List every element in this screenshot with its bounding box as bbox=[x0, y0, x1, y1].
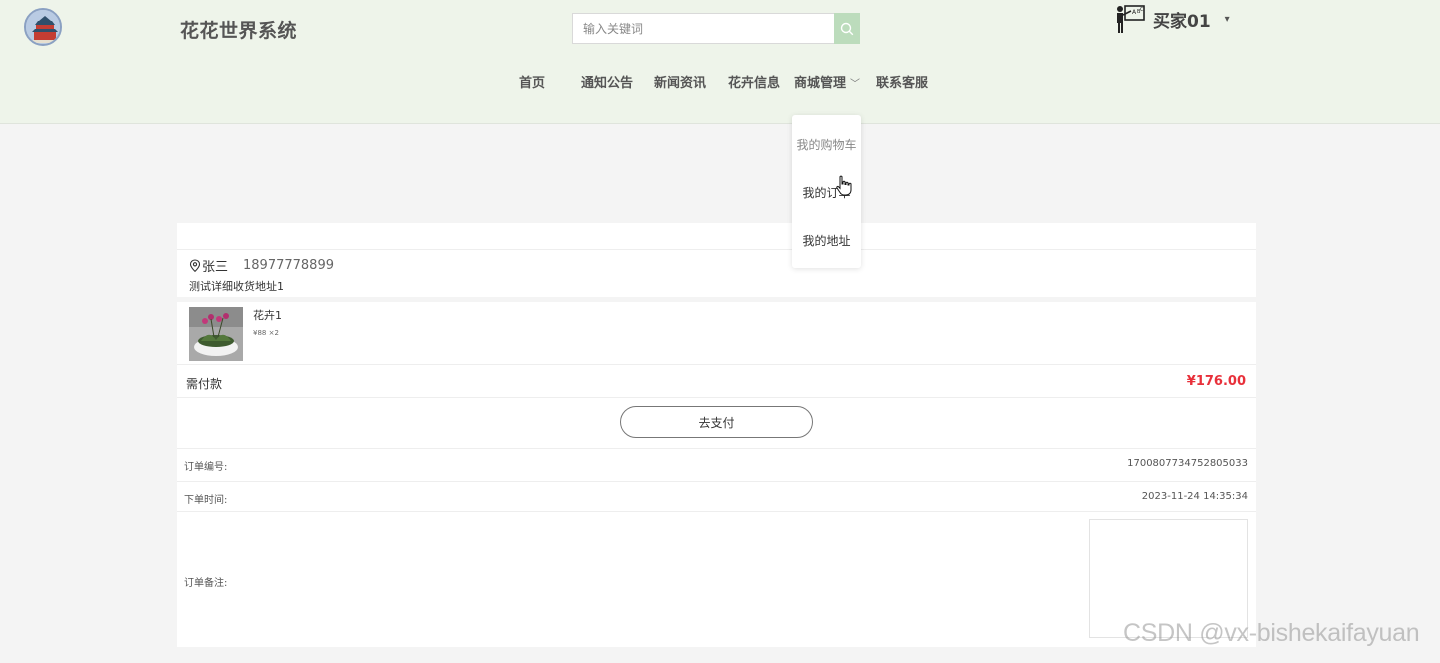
divider bbox=[177, 448, 1256, 449]
teacher-icon: A B C bbox=[1117, 5, 1145, 33]
order-card: 张三 18977778899 测试详细收货地址1 花卉1 ¥88 ×2 需付款 … bbox=[177, 223, 1256, 647]
divider bbox=[177, 249, 1256, 250]
divider bbox=[177, 397, 1256, 398]
product-image[interactable] bbox=[189, 307, 243, 361]
nav-item-notices[interactable]: 通知公告 bbox=[581, 72, 633, 91]
user-menu[interactable]: A B C 买家01 ▾ bbox=[1114, 2, 1230, 36]
user-name: 买家01 bbox=[1153, 11, 1211, 32]
product-price-qty: ¥88 ×2 bbox=[253, 329, 279, 337]
order-remark-label: 订单备注: bbox=[184, 578, 228, 589]
recipient-name: 张三 bbox=[202, 260, 229, 275]
caret-down-icon: ▾ bbox=[1224, 13, 1230, 25]
recipient-address: 测试详细收货地址1 bbox=[189, 280, 284, 293]
order-time-label: 下单时间: bbox=[184, 495, 228, 506]
logo-icon[interactable] bbox=[24, 8, 62, 46]
chevron-down-icon: ﹀ bbox=[850, 79, 861, 90]
nav-item-mall-label: 商城管理 bbox=[794, 76, 847, 91]
watermark: CSDN @vx-bishekaifayuan bbox=[1123, 619, 1420, 647]
order-number-value: 1700807734752805033 bbox=[1127, 458, 1248, 469]
recipient-phone: 18977778899 bbox=[243, 258, 334, 273]
payable-label: 需付款 bbox=[186, 377, 223, 391]
location-pin-icon bbox=[189, 259, 201, 272]
order-time-value: 2023-11-24 14:35:34 bbox=[1141, 491, 1248, 502]
section-gap bbox=[177, 297, 1256, 302]
product-name: 花卉1 bbox=[253, 309, 282, 322]
search-button[interactable] bbox=[834, 13, 860, 44]
menu-item-address[interactable]: 我的地址 bbox=[792, 232, 861, 249]
search-icon bbox=[840, 22, 854, 35]
svg-text:C: C bbox=[1140, 7, 1144, 13]
divider bbox=[177, 364, 1256, 365]
menu-item-cart[interactable]: 我的购物车 bbox=[792, 136, 861, 153]
divider bbox=[177, 511, 1256, 512]
divider bbox=[177, 481, 1256, 482]
address-line[interactable]: 张三 18977778899 bbox=[189, 256, 334, 275]
header: 花花世界系统 A B C 买家01 ▾ 首页 通知公告 新闻资讯 花卉信息 商城… bbox=[0, 0, 1440, 124]
hand-cursor-icon bbox=[836, 175, 852, 196]
payable-amount: ¥176.00 bbox=[1186, 374, 1246, 389]
pay-button[interactable]: 去支付 bbox=[620, 406, 813, 438]
site-title: 花花世界系统 bbox=[180, 20, 298, 42]
nav-item-mall[interactable]: 商城管理 ﹀ bbox=[794, 72, 860, 91]
search-input[interactable] bbox=[572, 13, 835, 44]
nav-item-news[interactable]: 新闻资讯 bbox=[654, 72, 706, 91]
nav-item-home[interactable]: 首页 bbox=[519, 72, 545, 91]
nav-item-flowers[interactable]: 花卉信息 bbox=[728, 72, 780, 91]
nav-item-support[interactable]: 联系客服 bbox=[876, 72, 928, 91]
order-number-label: 订单编号: bbox=[184, 462, 228, 473]
search-bar bbox=[572, 13, 860, 44]
